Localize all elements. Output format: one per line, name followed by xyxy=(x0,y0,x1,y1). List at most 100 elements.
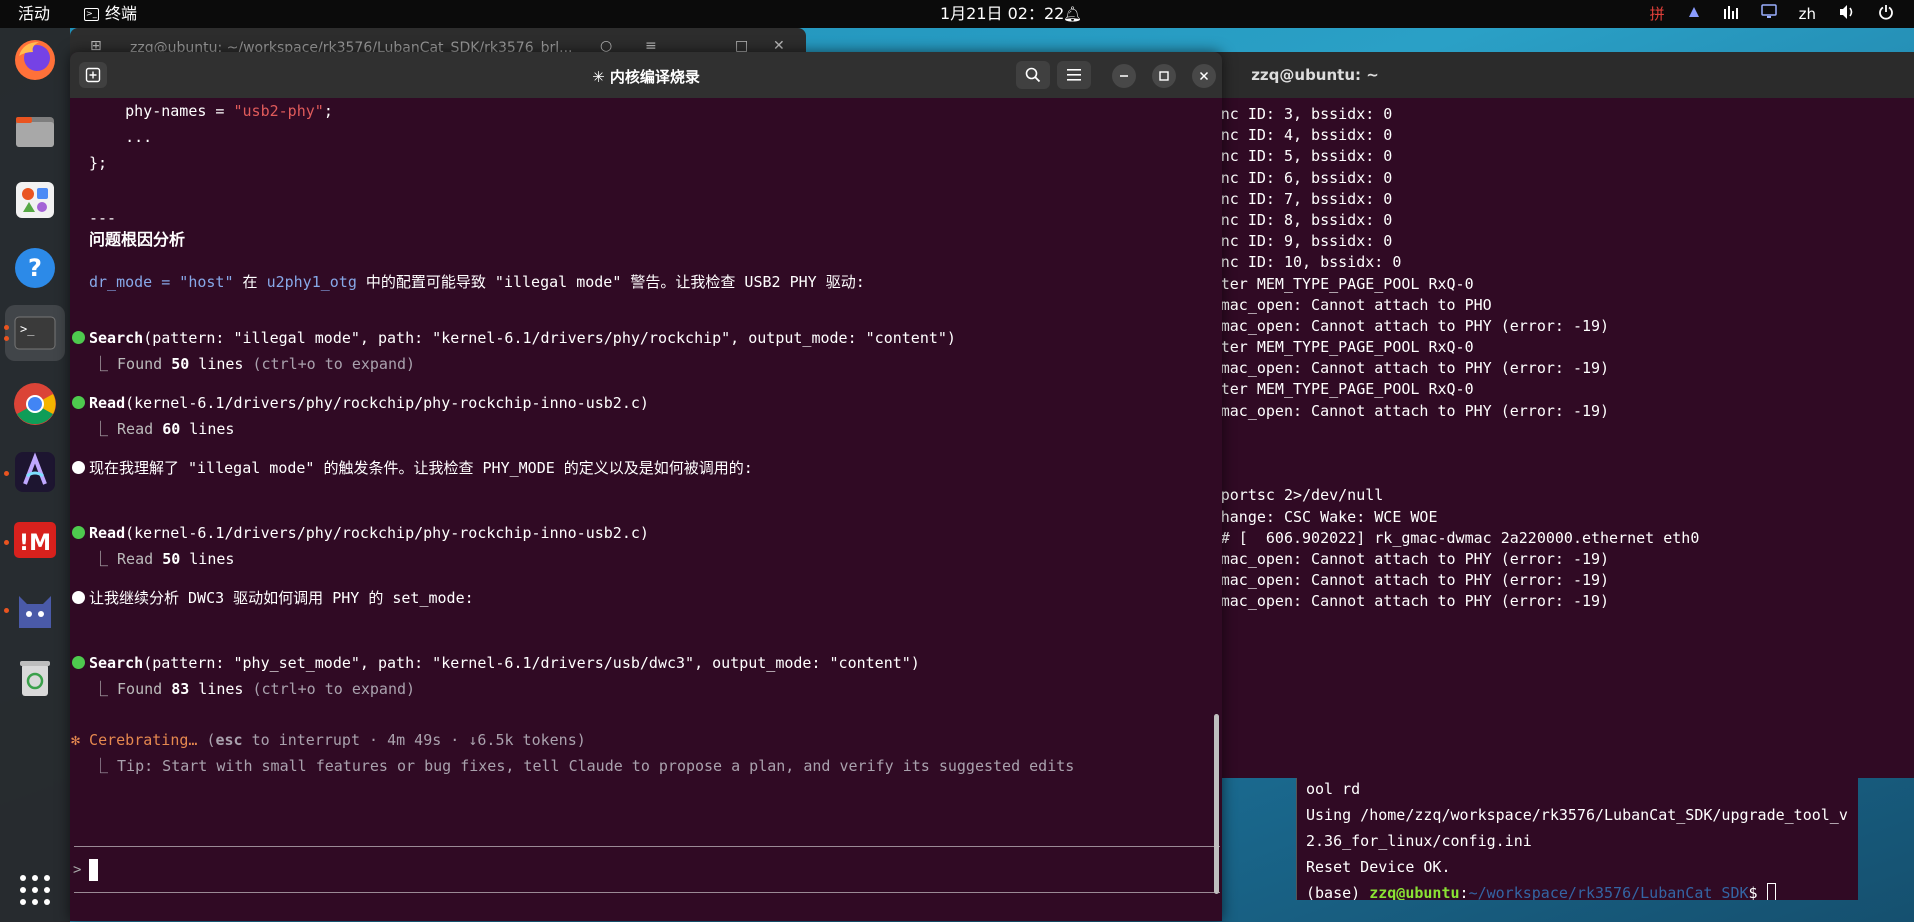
app-red-icon: !M xyxy=(14,522,56,558)
tool-status-dot xyxy=(72,656,85,669)
result-count: 83 xyxy=(171,680,190,698)
prompt-path: ~/workspace/rk3576/LubanCat_SDK xyxy=(1468,884,1749,900)
status-text: to interrupt · 4m 49s · ↓6.5k tokens) xyxy=(242,731,586,749)
activities-button[interactable]: 活动 xyxy=(18,4,50,24)
text: 在 xyxy=(233,273,267,291)
result-text: lines xyxy=(180,550,235,568)
input-divider-bottom xyxy=(74,892,1220,893)
app-menu-terminal[interactable]: >_ 终端 xyxy=(84,4,137,24)
input-method[interactable]: zh xyxy=(1799,4,1816,24)
tool-result: ⎿ Read 50 lines xyxy=(93,546,234,572)
terminal-icon: >_ xyxy=(84,7,99,21)
dock-chrome[interactable] xyxy=(11,380,59,428)
dock-app-red[interactable]: !M xyxy=(11,516,59,564)
keyboard-indicator[interactable]: 拼 xyxy=(1650,4,1665,24)
assistant-message: 让我继续分析 DWC3 驱动如何调用 PHY 的 set_mode: xyxy=(89,589,474,607)
search-button[interactable] xyxy=(1016,61,1050,89)
status-word: Cerebrating… xyxy=(80,731,198,749)
tool-args: (pattern: "phy_set_mode", path: "kernel-… xyxy=(143,654,920,672)
section-heading: 问题根因分析 xyxy=(89,230,186,249)
dock-running-dot xyxy=(4,608,9,613)
close-button[interactable] xyxy=(1192,64,1216,88)
dock-running-dot xyxy=(4,471,9,476)
power-icon[interactable] xyxy=(1878,4,1894,25)
shell-prompt[interactable]: (base) zzq@ubuntu:~/workspace/rk3576/Lub… xyxy=(1306,880,1848,900)
clock[interactable]: 1月21日 02：22 xyxy=(940,4,1064,24)
analysis-line: dr_mode = "host" 在 u2phy1_otg 中的配置可能导致 "… xyxy=(89,269,865,295)
dock-cat-app[interactable] xyxy=(11,584,59,632)
output-line: 2.36_for_linux/config.ini xyxy=(1306,832,1532,850)
dock-help[interactable]: ? xyxy=(11,244,59,292)
minimize-button[interactable] xyxy=(1112,64,1136,88)
tool-name: Search xyxy=(89,654,144,672)
message-dot xyxy=(72,461,85,474)
scrollbar[interactable] xyxy=(1214,714,1219,894)
volume-icon[interactable] xyxy=(1838,4,1856,25)
code-line: ... xyxy=(89,128,153,146)
dock-terminal[interactable]: >_ xyxy=(5,305,65,361)
result-count: 60 xyxy=(162,420,181,438)
dock-running-dot xyxy=(4,325,9,330)
prompt-symbol: > xyxy=(73,862,82,878)
cat-icon xyxy=(19,596,51,628)
prompt-user: zzq@ubuntu xyxy=(1369,884,1460,900)
main-terminal-window[interactable]: ✳ 内核编译烧录 phy-names = "usb2-phy"; ... }; … xyxy=(70,52,1222,921)
expand-hint: (ctrl+o to expand) xyxy=(252,355,416,373)
system-tray[interactable]: 拼 zh xyxy=(1650,4,1894,24)
maximize-button[interactable] xyxy=(1152,64,1176,88)
result-text: ⎿ Read xyxy=(93,550,163,568)
text: 中的配置可能导致 "illegal mode" 警告。让我检查 USB2 PHY… xyxy=(356,273,865,291)
code-text: phy-names = xyxy=(89,102,234,120)
trash-icon xyxy=(20,661,50,696)
tool-call-search: Search(pattern: "illegal mode", path: "k… xyxy=(89,325,956,351)
tool-call-read: Read(kernel-6.1/drivers/phy/rockchip/phy… xyxy=(89,520,649,546)
app-indicator-icon[interactable] xyxy=(1687,4,1701,24)
chrome-icon xyxy=(14,383,56,425)
output-line: Using /home/zzq/workspace/rk3576/LubanCa… xyxy=(1306,806,1848,824)
main-terminal-header[interactable]: ✳ 内核编译烧录 xyxy=(70,52,1222,98)
tip-line: ⎿ Tip: Start with small features or bug … xyxy=(93,757,1075,775)
dock-running-dot xyxy=(4,336,9,341)
dock-firefox[interactable] xyxy=(11,36,59,84)
result-count: 50 xyxy=(162,550,181,568)
result-text: lines xyxy=(189,680,253,698)
dock-files[interactable] xyxy=(11,108,59,156)
result-text: ⎿ Found xyxy=(93,680,172,698)
message-dot xyxy=(72,591,85,604)
assistant-message: 现在我理解了 "illegal mode" 的触发条件。让我检查 PHY_MOD… xyxy=(89,459,753,477)
tool-status-dot xyxy=(72,526,85,539)
ai-app-icon xyxy=(15,452,55,492)
top-bar: 活动 >_ 终端 1月21日 02：22 🔔︎ 拼 zh xyxy=(0,0,1914,28)
prompt-input[interactable]: > xyxy=(73,856,99,884)
tool-call-search: Search(pattern: "phy_set_mode", path: "k… xyxy=(89,650,920,676)
tool-name: Search xyxy=(89,329,144,347)
text-cursor xyxy=(89,859,99,881)
dock-app-center[interactable] xyxy=(11,176,59,224)
tool-status-dot xyxy=(72,331,85,344)
search-icon xyxy=(1025,67,1041,83)
output-line: ool rd xyxy=(1306,780,1361,798)
menu-button[interactable] xyxy=(1057,61,1091,89)
dock-ai-app[interactable] xyxy=(11,448,59,496)
tool-result[interactable]: ⎿ Found 83 lines (ctrl+o to expand) xyxy=(93,676,415,702)
code-string: "usb2-phy" xyxy=(233,102,324,120)
files-icon xyxy=(16,117,54,147)
code-text: ; xyxy=(323,102,333,120)
small-terminal-window[interactable]: ool rd Using /home/zzq/workspace/rk3576/… xyxy=(1296,778,1858,900)
tool-status-dot xyxy=(72,396,85,409)
show-apps-button[interactable] xyxy=(11,866,59,914)
bell-icon[interactable]: 🔔︎ xyxy=(1063,4,1082,24)
network-icon[interactable] xyxy=(1723,4,1739,24)
hamburger-icon xyxy=(1067,69,1081,81)
monitor-icon[interactable] xyxy=(1760,4,1777,24)
close-icon xyxy=(1199,71,1209,81)
inline-code: u2phy1_otg xyxy=(266,273,357,291)
spinner-icon: ✻ xyxy=(71,731,81,749)
svg-text:>_: >_ xyxy=(20,322,35,336)
conda-env: (base) xyxy=(1306,884,1370,900)
dock-trash[interactable] xyxy=(11,654,59,702)
terminal-icon: >_ xyxy=(14,316,56,350)
input-divider-top xyxy=(74,846,1220,847)
tool-result[interactable]: ⎿ Found 50 lines (ctrl+o to expand) xyxy=(93,351,415,377)
dock: ? >_ !M xyxy=(0,28,70,922)
